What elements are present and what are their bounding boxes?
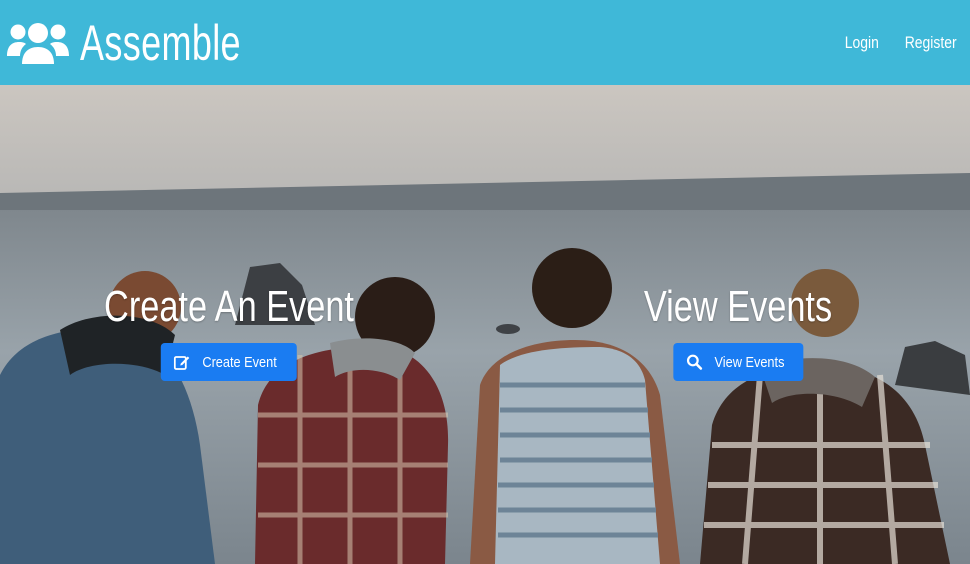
view-events-button[interactable]: View Events (672, 343, 804, 381)
view-events-panel: View Events View Events (617, 285, 858, 381)
users-icon (7, 22, 69, 64)
search-icon (686, 354, 702, 370)
create-event-title: Create An Event (104, 282, 354, 331)
create-event-button[interactable]: Create Event (161, 343, 297, 381)
view-events-title: View Events (643, 282, 833, 331)
create-event-button-label: Create Event (202, 353, 278, 371)
hero-section: Create An Event Create Event View Events… (0, 85, 970, 564)
nav-links: Login Register (841, 33, 962, 53)
register-link[interactable]: Register (904, 33, 956, 53)
navbar: Assemble Login Register (0, 0, 970, 85)
brand-link[interactable]: Assemble (6, 18, 304, 68)
create-event-panel: Create An Event Create Event (69, 285, 389, 381)
edit-icon (174, 356, 190, 370)
login-link[interactable]: Login (845, 33, 879, 53)
view-events-button-label: View Events (714, 353, 784, 371)
brand-name: Assemble (80, 14, 241, 71)
